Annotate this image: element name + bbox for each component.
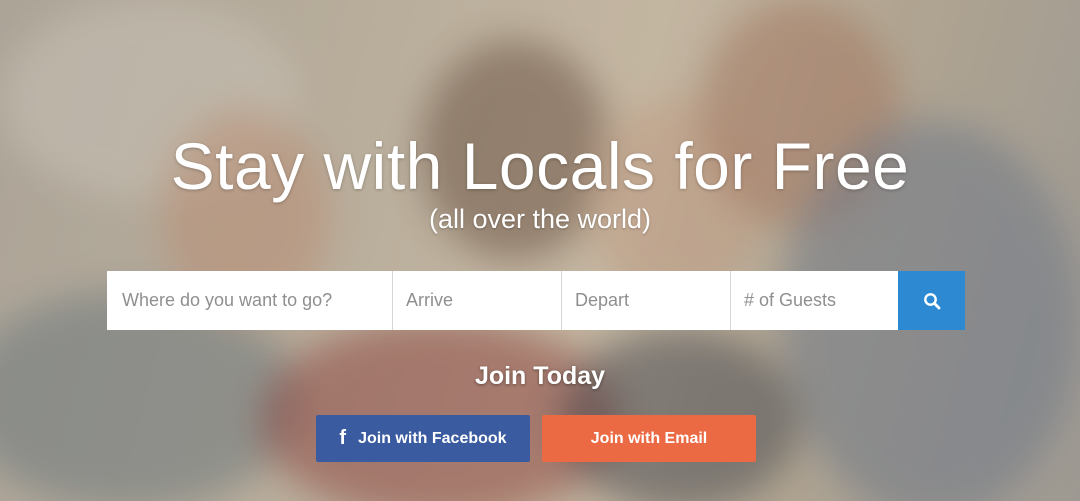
destination-field-wrapper <box>107 271 393 330</box>
join-facebook-label: Join with Facebook <box>358 429 507 447</box>
search-bar <box>107 271 965 330</box>
destination-input[interactable] <box>120 289 392 312</box>
hero-subtitle: (all over the world) <box>428 204 652 234</box>
join-heading: Join Today <box>474 362 606 390</box>
arrive-field-wrapper <box>393 271 562 330</box>
join-email-label: Join with Email <box>590 429 708 447</box>
join-facebook-button[interactable]: f Join with Facebook <box>316 415 530 462</box>
hero-section: Stay with Locals for Free (all over the … <box>0 0 1080 501</box>
depart-date-input[interactable] <box>573 289 730 312</box>
join-email-button[interactable]: Join with Email <box>542 415 756 462</box>
arrive-date-input[interactable] <box>404 289 561 312</box>
hero-title: Stay with Locals for Free <box>170 129 910 203</box>
search-icon <box>923 292 940 309</box>
guests-field-wrapper <box>731 271 898 330</box>
search-button[interactable] <box>898 271 965 330</box>
depart-field-wrapper <box>562 271 731 330</box>
guests-input[interactable] <box>742 289 898 312</box>
facebook-icon: f <box>339 427 347 449</box>
hero-content: Stay with Locals for Free (all over the … <box>0 0 1080 501</box>
